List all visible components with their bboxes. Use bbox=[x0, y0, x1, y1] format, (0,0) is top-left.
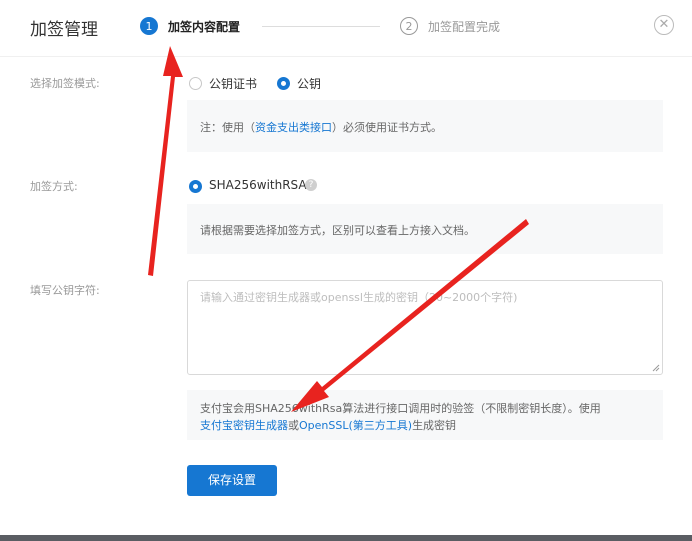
option-sha256-label[interactable]: SHA256withRSA bbox=[209, 178, 307, 192]
background-strip bbox=[0, 535, 692, 541]
step-1: 1 加签内容配置 bbox=[140, 16, 240, 36]
header-divider bbox=[0, 56, 692, 57]
radio-pubkey[interactable] bbox=[277, 77, 290, 90]
mode-note-suffix: ）必须使用证书方式。 bbox=[332, 121, 442, 134]
option-cert-label[interactable]: 公钥证书 bbox=[209, 75, 257, 92]
step-2: 2 加签配置完成 bbox=[400, 16, 500, 36]
step-1-label: 加签内容配置 bbox=[168, 19, 241, 34]
radio-sha256[interactable] bbox=[189, 180, 202, 193]
mode-label: 选择加签模式: bbox=[30, 77, 100, 90]
method-label: 加签方式: bbox=[30, 180, 78, 193]
mode-note-prefix: 注：使用（ bbox=[200, 121, 255, 134]
resize-handle-icon[interactable] bbox=[652, 364, 660, 372]
close-icon[interactable]: ✕ bbox=[654, 15, 674, 35]
pubkey-placeholder: 请输入通过密钥生成器或openssl生成的密钥（20~2000个字符) bbox=[200, 291, 518, 304]
pubkey-textarea[interactable]: 请输入通过密钥生成器或openssl生成的密钥（20~2000个字符) bbox=[187, 280, 663, 375]
step-connector bbox=[262, 26, 380, 27]
modal-title: 加签管理 bbox=[30, 20, 98, 40]
modal-header: 加签管理 1 加签内容配置 2 加签配置完成 ✕ bbox=[0, 0, 692, 56]
mode-note: 注：使用（资金支出类接口）必须使用证书方式。 bbox=[187, 100, 663, 152]
openssl-link[interactable]: OpenSSL(第三方工具) bbox=[299, 419, 412, 432]
sign-config-modal: 加签管理 1 加签内容配置 2 加签配置完成 ✕ 选择加签模式: 公钥证书 公钥… bbox=[0, 0, 692, 535]
pubkey-info-or: 或 bbox=[288, 419, 299, 432]
fund-api-link[interactable]: 资金支出类接口 bbox=[255, 121, 332, 134]
step-1-number: 1 bbox=[140, 17, 158, 35]
question-icon[interactable]: ? bbox=[305, 179, 317, 191]
pubkey-info-end: 生成密钥 bbox=[412, 419, 457, 432]
pubkey-info: 支付宝会用SHA256withRsa算法进行接口调用时的验签（不限制密钥长度）。… bbox=[187, 390, 663, 440]
pubkey-info-line1: 支付宝会用SHA256withRsa算法进行接口调用时的验签（不限制密钥长度）。… bbox=[200, 402, 601, 415]
pubkey-info-line2: 支付宝密钥生成器或OpenSSL(第三方工具)生成密钥 bbox=[200, 417, 650, 434]
pubkey-label: 填写公钥字符: bbox=[30, 284, 100, 297]
step-2-label: 加签配置完成 bbox=[428, 19, 501, 34]
step-2-number: 2 bbox=[400, 17, 418, 35]
save-button[interactable]: 保存设置 bbox=[187, 465, 277, 496]
radio-cert[interactable] bbox=[189, 77, 202, 90]
key-generator-link[interactable]: 支付宝密钥生成器 bbox=[200, 419, 288, 432]
option-pubkey-label[interactable]: 公钥 bbox=[297, 75, 321, 92]
method-note: 请根据需要选择加签方式，区别可以查看上方接入文档。 bbox=[187, 204, 663, 254]
